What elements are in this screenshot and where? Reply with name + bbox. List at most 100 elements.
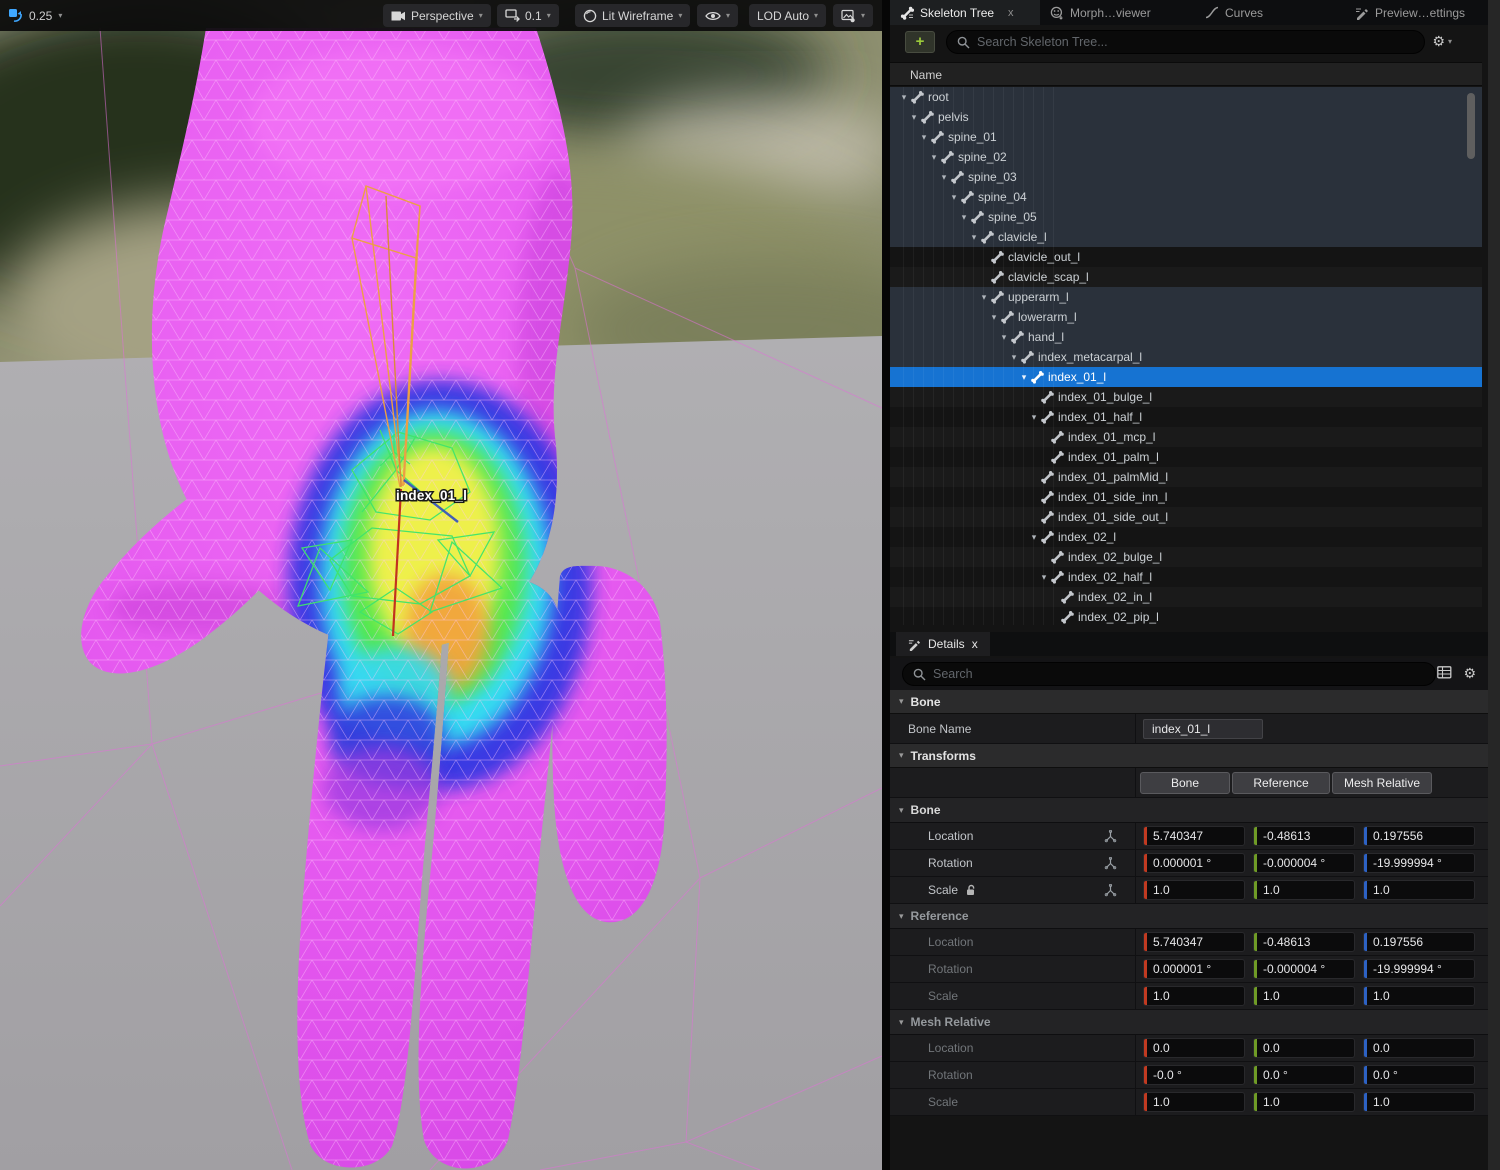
- expander-icon[interactable]: ▾: [978, 292, 990, 303]
- close-icon[interactable]: x: [1008, 7, 1014, 19]
- tree-settings-button[interactable]: ⚙ ▾: [1432, 33, 1452, 50]
- z-value-field[interactable]: -19.999994 °: [1363, 959, 1475, 979]
- transform-gizmo-icon[interactable]: [1104, 856, 1117, 870]
- z-value-field[interactable]: 0.197556: [1363, 932, 1475, 952]
- screen-percentage-control[interactable]: 0.25 ▾: [8, 4, 62, 27]
- y-value-field[interactable]: -0.48613: [1253, 826, 1355, 846]
- tree-row-index_01_l[interactable]: ▾ index_01_l: [890, 367, 1482, 387]
- tree-row-index_02_pip_l[interactable]: index_02_pip_l: [890, 607, 1482, 625]
- mesh-relative-transform-button[interactable]: Mesh Relative: [1332, 771, 1432, 794]
- tree-row-index_02_bulge_l[interactable]: index_02_bulge_l: [890, 547, 1482, 567]
- tab-morph-target-previewer[interactable]: Morph…viewer: [1040, 0, 1195, 25]
- tree-row-index_metacarpal_l[interactable]: ▾ index_metacarpal_l: [890, 347, 1482, 367]
- show-flags-dropdown[interactable]: ▾: [697, 4, 739, 27]
- y-value-field[interactable]: -0.000004 °: [1253, 959, 1355, 979]
- tree-row-index_01_half_l[interactable]: ▾ index_01_half_l: [890, 407, 1482, 427]
- tab-curves[interactable]: Curves: [1195, 0, 1345, 25]
- tree-row-root[interactable]: ▾ root: [890, 87, 1482, 107]
- bone-transform-button[interactable]: Bone: [1140, 771, 1230, 794]
- screenshot-dropdown[interactable]: ▾: [833, 4, 874, 27]
- x-value-field[interactable]: 5.740347: [1143, 932, 1245, 952]
- tree-row-spine_02[interactable]: ▾ spine_02: [890, 147, 1482, 167]
- tree-row-index_02_in_l[interactable]: index_02_in_l: [890, 587, 1482, 607]
- x-value-field[interactable]: 1.0: [1143, 880, 1245, 900]
- expander-icon[interactable]: ▾: [988, 312, 1000, 323]
- expander-icon[interactable]: ▾: [1008, 352, 1020, 363]
- tree-row-index_01_palmMid_l[interactable]: index_01_palmMid_l: [890, 467, 1482, 487]
- y-value-field[interactable]: -0.48613: [1253, 932, 1355, 952]
- x-value-field[interactable]: -0.0 °: [1143, 1065, 1245, 1085]
- expander-icon[interactable]: ▾: [968, 232, 980, 243]
- y-value-field[interactable]: 1.0: [1253, 880, 1355, 900]
- y-value-field[interactable]: 1.0: [1253, 1092, 1355, 1112]
- tree-row-index_01_side_out_l[interactable]: index_01_side_out_l: [890, 507, 1482, 527]
- x-value-field[interactable]: 1.0: [1143, 1092, 1245, 1112]
- z-value-field[interactable]: 1.0: [1363, 880, 1475, 900]
- bone-name-field[interactable]: index_01_l: [1143, 718, 1263, 739]
- tree-row-lowerarm_l[interactable]: ▾ lowerarm_l: [890, 307, 1482, 327]
- x-value-field[interactable]: 5.740347: [1143, 826, 1245, 846]
- tab-details[interactable]: Details x: [896, 632, 990, 656]
- expander-icon[interactable]: ▾: [948, 192, 960, 203]
- z-value-field[interactable]: 1.0: [1363, 1092, 1475, 1112]
- tree-row-upperarm_l[interactable]: ▾ upperarm_l: [890, 287, 1482, 307]
- z-value-field[interactable]: 0.0 °: [1363, 1065, 1475, 1085]
- expander-icon[interactable]: ▾: [958, 212, 970, 223]
- reference-transform-button[interactable]: Reference: [1232, 771, 1330, 794]
- tree-row-spine_03[interactable]: ▾ spine_03: [890, 167, 1482, 187]
- expander-icon[interactable]: ▾: [1028, 532, 1040, 543]
- tree-row-spine_04[interactable]: ▾ spine_04: [890, 187, 1482, 207]
- expander-icon[interactable]: ▾: [898, 92, 910, 103]
- transform-gizmo-icon[interactable]: [1104, 883, 1117, 897]
- z-value-field[interactable]: 0.197556: [1363, 826, 1475, 846]
- tree-row-clavicle_l[interactable]: ▾ clavicle_l: [890, 227, 1482, 247]
- expander-icon[interactable]: ▾: [1028, 412, 1040, 423]
- skeleton-tree-search[interactable]: Search Skeleton Tree...: [946, 30, 1425, 54]
- tree-row-spine_05[interactable]: ▾ spine_05: [890, 207, 1482, 227]
- tree-row-index_01_mcp_l[interactable]: index_01_mcp_l: [890, 427, 1482, 447]
- tree-row-pelvis[interactable]: ▾ pelvis: [890, 107, 1482, 127]
- y-value-field[interactable]: 1.0: [1253, 986, 1355, 1006]
- viewport-3d[interactable]: index_01_l 0.25 ▾ Perspective ▾ 0.1 ▾ Li…: [0, 0, 882, 1170]
- add-bone-button[interactable]: +: [905, 31, 935, 53]
- tree-scrollbar[interactable]: [1467, 93, 1475, 159]
- tab-skeleton-tree[interactable]: Skeleton Tree x: [890, 0, 1040, 25]
- x-value-field[interactable]: 1.0: [1143, 986, 1245, 1006]
- y-value-field[interactable]: -0.000004 °: [1253, 853, 1355, 873]
- z-value-field[interactable]: 1.0: [1363, 986, 1475, 1006]
- section-header-bone[interactable]: ▾ Bone: [890, 690, 1488, 714]
- section-header-transforms[interactable]: ▾ Transforms: [890, 744, 1488, 768]
- expander-icon[interactable]: ▾: [918, 132, 930, 143]
- expander-icon[interactable]: ▾: [908, 112, 920, 123]
- tree-row-clavicle_out_l[interactable]: clavicle_out_l: [890, 247, 1482, 267]
- expander-icon[interactable]: ▾: [998, 332, 1010, 343]
- tab-preview-scene-settings[interactable]: Preview…ettings: [1345, 0, 1488, 25]
- z-value-field[interactable]: -19.999994 °: [1363, 853, 1475, 873]
- x-value-field[interactable]: 0.000001 °: [1143, 853, 1245, 873]
- x-value-field[interactable]: 0.0: [1143, 1038, 1245, 1058]
- transform-gizmo-icon[interactable]: [1104, 829, 1117, 843]
- subsection-header-mesh-relative[interactable]: ▾ Mesh Relative: [890, 1010, 1488, 1035]
- tree-row-index_02_half_l[interactable]: ▾ index_02_half_l: [890, 567, 1482, 587]
- expander-icon[interactable]: ▾: [1038, 572, 1050, 583]
- lod-dropdown[interactable]: LOD Auto ▾: [749, 4, 827, 27]
- perspective-dropdown[interactable]: Perspective ▾: [383, 4, 491, 27]
- tree-row-hand_l[interactable]: ▾ hand_l: [890, 327, 1482, 347]
- expander-icon[interactable]: ▾: [1018, 372, 1030, 383]
- tree-row-spine_01[interactable]: ▾ spine_01: [890, 127, 1482, 147]
- tree-row-index_01_palm_l[interactable]: index_01_palm_l: [890, 447, 1482, 467]
- tree-row-index_01_bulge_l[interactable]: index_01_bulge_l: [890, 387, 1482, 407]
- y-value-field[interactable]: 0.0: [1253, 1038, 1355, 1058]
- y-value-field[interactable]: 0.0 °: [1253, 1065, 1355, 1085]
- z-value-field[interactable]: 0.0: [1363, 1038, 1475, 1058]
- tree-row-clavicle_scap_l[interactable]: clavicle_scap_l: [890, 267, 1482, 287]
- subsection-header-reference[interactable]: ▾ Reference: [890, 904, 1488, 929]
- close-icon[interactable]: x: [972, 637, 978, 651]
- subsection-header-bone[interactable]: ▾ Bone: [890, 798, 1488, 823]
- expander-icon[interactable]: ▾: [928, 152, 940, 163]
- unlock-icon[interactable]: [966, 884, 977, 896]
- x-value-field[interactable]: 0.000001 °: [1143, 959, 1245, 979]
- camera-speed-dropdown[interactable]: 0.1 ▾: [497, 4, 559, 27]
- expander-icon[interactable]: ▾: [938, 172, 950, 183]
- view-mode-dropdown[interactable]: Lit Wireframe ▾: [575, 4, 691, 27]
